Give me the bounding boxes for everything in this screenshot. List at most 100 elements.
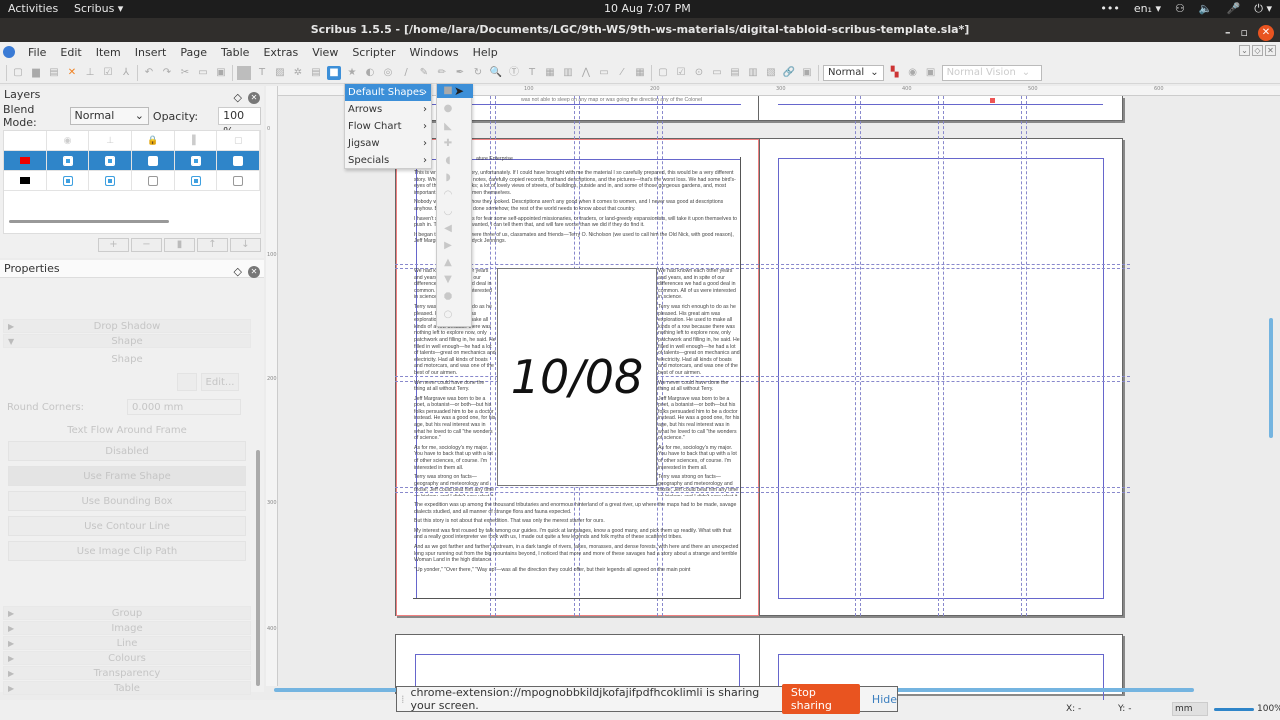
dock-float-icon[interactable]: ⌄ [1239,45,1250,56]
select-tool-icon[interactable] [237,65,251,80]
spiral-tool-icon[interactable]: ◎ [381,66,395,80]
layers-horizontal-scrollbar[interactable] [9,220,169,223]
flow-frame-shape-button[interactable]: Use Frame Shape [8,466,246,486]
section-colours[interactable]: ▶ Colours [3,651,251,665]
section-image[interactable]: ▶ Image [3,621,251,635]
opacity-spinbox[interactable]: 100 % [218,107,261,138]
render-frame-icon[interactable]: ✲ [291,66,305,80]
open-document-icon[interactable]: ▆ [29,66,43,80]
edit-contents-icon[interactable]: Ⓣ [507,66,521,80]
pdf-listbox-icon[interactable]: ▥ [746,66,760,80]
unlink-frames-icon[interactable]: ▥ [561,66,575,80]
lock-checkbox[interactable] [147,175,158,186]
measure-icon[interactable]: ⋀ [579,66,593,80]
vertical-guide[interactable] [860,96,861,616]
menu-file[interactable]: File [21,46,53,59]
layer-color-swatch[interactable] [19,177,30,184]
close-icon[interactable]: ✕ [248,266,260,278]
pdf-button-icon[interactable]: ▢ [656,66,670,80]
date-text-frame[interactable]: 10/08 [497,268,657,486]
properties-scrollbar[interactable] [256,450,260,686]
image-frame-icon[interactable]: ▨ [273,66,287,80]
triangle-down-shape-icon[interactable]: ▼ [443,275,453,285]
section-drop-shadow[interactable]: ▶ Drop Shadow [3,319,251,333]
triangle-left-shape-icon[interactable]: ◀ [443,224,453,234]
remove-layer-button[interactable]: − [131,238,162,252]
shape-tool-icon[interactable]: ■ [327,65,341,80]
pdf-combobox-icon[interactable]: ▤ [728,66,742,80]
arc-tool-icon[interactable]: ◐ [363,66,377,80]
vision-mode-select[interactable]: Normal Vision ⌄ [941,64,1042,81]
section-shape[interactable]: ▼ Shape [3,334,251,348]
power-icon[interactable]: ⏻ ▾ [1254,2,1272,16]
edit-in-preview-icon[interactable]: ▣ [924,66,938,80]
section-group[interactable]: ▶ Group [3,606,251,620]
menu-arrows[interactable]: Arrows › [345,101,431,118]
right-triangle-shape-icon[interactable]: ◣ [443,122,453,132]
image-preview-quality-select[interactable]: Normal ⌄ [823,64,884,81]
clock[interactable]: 10 Aug 7:07 PM [604,2,691,15]
section-transparency[interactable]: ▶ Transparency [3,666,251,680]
printable-checkbox[interactable] [105,175,116,186]
printable-checkbox[interactable] [105,155,116,166]
eyedropper-icon[interactable]: ⁄ [615,66,629,80]
dock-close-icon[interactable]: ✕ [1265,45,1276,56]
vertical-guide[interactable] [1021,96,1022,616]
save-icon[interactable]: ▤ [47,66,61,80]
menu-view[interactable]: View [305,46,345,59]
pdf-annotation-link-icon[interactable]: ▣ [800,66,814,80]
unit-select[interactable]: mm [1172,702,1208,716]
lower-layer-button[interactable]: ↓ [230,238,261,252]
pdf-link-icon[interactable]: 🔗 [782,66,796,80]
visible-checkbox[interactable] [62,175,73,186]
flow-image-clip-path-button[interactable]: Use Image Clip Path [8,541,246,561]
cut-icon[interactable]: ✂ [178,66,192,80]
pdf-radio-icon[interactable]: ⊙ [692,66,706,80]
duplicate-layer-button[interactable]: ▮ [164,238,195,252]
rotate-tool-icon[interactable]: ↻ [471,66,485,80]
pdf-checkbox-icon[interactable]: ☑ [674,66,688,80]
edit-shape-button[interactable]: Edit... [201,373,239,391]
volume-icon[interactable]: 🔈 [1199,2,1213,16]
raise-layer-button[interactable]: ↑ [197,238,228,252]
menu-help[interactable]: Help [466,46,505,59]
add-layer-button[interactable]: + [98,238,129,252]
lock-checkbox[interactable] [147,155,158,166]
section-table[interactable]: ▶ Table [3,681,251,695]
zoom-tool-icon[interactable]: 🔍 [489,66,503,80]
text-frame-icon[interactable]: T [255,66,269,80]
flow-checkbox[interactable] [190,175,201,186]
preview-mode-icon[interactable]: ◉ [906,66,920,80]
export-pdf-icon[interactable]: ⅄ [119,66,133,80]
menu-scripter[interactable]: Scripter [345,46,402,59]
canvas-vertical-scrollbar[interactable] [1269,318,1273,438]
menu-windows[interactable]: Windows [403,46,466,59]
triangle-right-shape-icon[interactable]: ▶ [443,241,453,251]
flow-contour-line-button[interactable]: Use Contour Line [8,516,246,536]
new-document-icon[interactable]: ▢ [11,66,25,80]
print-icon[interactable]: ⊥ [83,66,97,80]
triangle-up-shape-icon[interactable]: ▲ [443,258,453,268]
menu-edit[interactable]: Edit [53,46,88,59]
close-document-icon[interactable]: ✕ [65,66,79,80]
layer-row[interactable] [4,151,261,171]
menu-specials[interactable]: Specials › [345,152,431,169]
menu-default-shapes[interactable]: Default Shapes › [345,84,431,101]
menu-table[interactable]: Table [214,46,256,59]
zoom-slider[interactable] [1214,708,1254,711]
half-circle-left-shape-icon[interactable]: ◖ [443,156,453,166]
shape-preview-button[interactable] [177,373,197,391]
bezier-tool-icon[interactable]: ✎ [417,66,431,80]
flow-bounding-box-button[interactable]: Use Bounding Box [8,491,246,511]
vertical-guide[interactable] [1026,96,1027,616]
keyboard-layout[interactable]: en₁ ▾ [1134,2,1161,16]
paste-icon[interactable]: ▣ [214,66,228,80]
color-management-icon[interactable]: ▚ [888,66,902,80]
table-icon[interactable]: ▤ [309,66,323,80]
story-text-right-column[interactable]: We had known each other years and years,… [658,268,740,496]
outline-checkbox[interactable] [233,155,244,166]
network-icon[interactable]: ⚇ [1175,2,1185,16]
layer-color-swatch[interactable] [19,157,30,164]
menu-extras[interactable]: Extras [256,46,305,59]
drag-handle-icon[interactable]: ⁞ [401,693,405,706]
